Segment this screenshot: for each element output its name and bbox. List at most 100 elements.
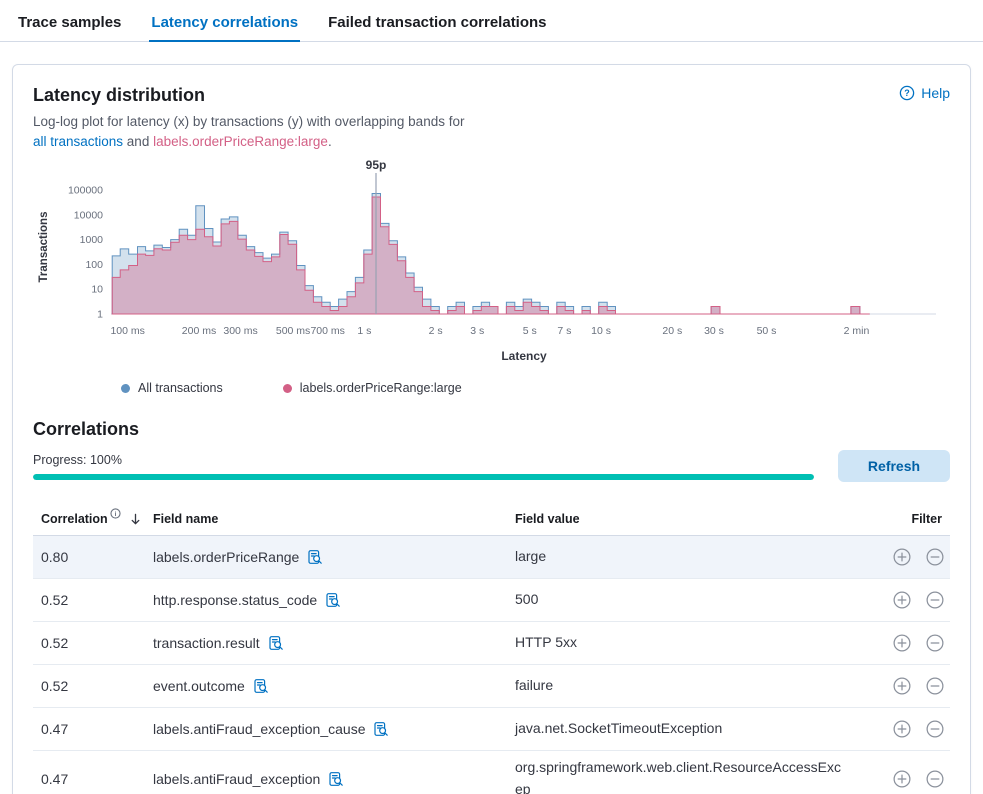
field-value: java.net.SocketTimeoutException bbox=[515, 718, 860, 740]
x-tick-label: 50 s bbox=[757, 325, 777, 337]
y-axis-title: Transactions bbox=[38, 212, 50, 283]
plus-in-circle-icon[interactable] bbox=[893, 548, 911, 566]
field-name: labels.antiFraud_exception bbox=[153, 771, 320, 787]
x-tick-label: 300 ms bbox=[223, 325, 257, 337]
y-tick-label: 1 bbox=[97, 309, 103, 321]
legend-item-all-transactions[interactable]: All transactions bbox=[121, 381, 223, 395]
x-tick-label: 2 min bbox=[844, 325, 870, 337]
help-label: Help bbox=[921, 85, 950, 101]
minus-in-circle-icon[interactable] bbox=[926, 770, 944, 788]
svg-text:?: ? bbox=[904, 88, 910, 98]
magnifier-list-icon[interactable] bbox=[328, 771, 344, 787]
x-axis-title: Latency bbox=[501, 349, 547, 363]
legend-label-order-price-range: labels.orderPriceRange:large bbox=[300, 381, 462, 395]
plus-in-circle-icon[interactable] bbox=[893, 770, 911, 788]
x-tick-label: 3 s bbox=[470, 325, 484, 337]
progress-section: Progress: 100% Refresh bbox=[33, 450, 950, 482]
tab-failed-transaction-correlations[interactable]: Failed transaction correlations bbox=[326, 8, 548, 41]
tab-latency-correlations[interactable]: Latency correlations bbox=[149, 8, 300, 42]
legend-item-order-price-range[interactable]: labels.orderPriceRange:large bbox=[283, 381, 462, 395]
progress-label: Progress: 100% bbox=[33, 453, 814, 467]
correlations-table: Correlation i Field name Field value Fil… bbox=[33, 502, 950, 794]
minus-in-circle-icon[interactable] bbox=[926, 548, 944, 566]
sort-descending-icon[interactable] bbox=[128, 512, 143, 527]
correlations-table-header: Correlation i Field name Field value Fil… bbox=[33, 502, 950, 536]
y-tick-label: 1000 bbox=[80, 234, 104, 246]
plus-in-circle-icon[interactable] bbox=[893, 634, 911, 652]
tab-trace-samples[interactable]: Trace samples bbox=[16, 8, 123, 41]
field-value: HTTP 5xx bbox=[515, 632, 860, 654]
minus-in-circle-icon[interactable] bbox=[926, 720, 944, 738]
x-tick-label: 5 s bbox=[523, 325, 537, 337]
field-value: large bbox=[515, 546, 860, 568]
column-header-filter: Filter bbox=[860, 512, 950, 526]
description-and: and bbox=[123, 134, 153, 149]
field-value: 500 bbox=[515, 589, 860, 611]
column-header-correlation-label: Correlation bbox=[41, 512, 108, 526]
correlation-value: 0.52 bbox=[33, 592, 153, 608]
panel-title: Latency distribution bbox=[33, 85, 205, 106]
latency-correlations-panel: Latency distribution ? Help Log-log plot… bbox=[12, 64, 971, 794]
x-tick-label: 1 s bbox=[357, 325, 371, 337]
magnifier-list-icon[interactable] bbox=[253, 678, 269, 694]
table-row[interactable]: 0.52 event.outcome failure bbox=[33, 665, 950, 708]
x-tick-label: 30 s bbox=[704, 325, 724, 337]
correlation-value: 0.47 bbox=[33, 721, 153, 737]
correlation-value: 0.52 bbox=[33, 678, 153, 694]
correlation-value: 0.52 bbox=[33, 635, 153, 651]
y-tick-label: 100 bbox=[85, 259, 103, 271]
all-transactions-link[interactable]: all transactions bbox=[33, 134, 123, 149]
chart-description: Log-log plot for latency (x) by transact… bbox=[33, 112, 950, 152]
magnifier-list-icon[interactable] bbox=[307, 549, 323, 565]
x-tick-label: 2 s bbox=[429, 325, 443, 337]
chart-legend: All transactions labels.orderPriceRange:… bbox=[121, 381, 950, 395]
plus-in-circle-icon[interactable] bbox=[893, 720, 911, 738]
magnifier-list-icon[interactable] bbox=[325, 592, 341, 608]
x-tick-label: 20 s bbox=[662, 325, 682, 337]
series-label-text: labels.orderPriceRange:large bbox=[153, 134, 328, 149]
correlation-value: 0.80 bbox=[33, 549, 153, 565]
description-text: Log-log plot for latency (x) by transact… bbox=[33, 114, 464, 129]
info-in-circle-icon[interactable]: i bbox=[110, 508, 121, 519]
x-tick-label: 100 ms bbox=[110, 325, 144, 337]
y-tick-label: 100000 bbox=[68, 185, 103, 197]
minus-in-circle-icon[interactable] bbox=[926, 634, 944, 652]
tab-bar: Trace samples Latency correlations Faile… bbox=[0, 0, 983, 42]
refresh-button[interactable]: Refresh bbox=[838, 450, 950, 482]
column-header-field-value[interactable]: Field value bbox=[515, 512, 860, 526]
field-value: failure bbox=[515, 675, 860, 697]
column-header-field-name[interactable]: Field name bbox=[153, 512, 515, 526]
x-tick-label: 7 s bbox=[557, 325, 571, 337]
progress-bar bbox=[33, 474, 814, 480]
x-tick-label: 500 ms bbox=[276, 325, 310, 337]
minus-in-circle-icon[interactable] bbox=[926, 591, 944, 609]
correlation-value: 0.47 bbox=[33, 771, 153, 787]
table-row[interactable]: 0.52 transaction.result HTTP 5xx bbox=[33, 622, 950, 665]
minus-in-circle-icon[interactable] bbox=[926, 677, 944, 695]
table-row[interactable]: 0.80 labels.orderPriceRange large bbox=[33, 536, 950, 579]
y-tick-label: 10000 bbox=[74, 209, 103, 221]
question-in-circle-icon: ? bbox=[899, 85, 915, 101]
progress-bar-fill bbox=[33, 474, 814, 480]
correlations-table-body: 0.80 labels.orderPriceRange large bbox=[33, 536, 950, 794]
table-row[interactable]: 0.47 labels.antiFraud_exception org.spri… bbox=[33, 751, 950, 794]
table-row[interactable]: 0.52 http.response.status_code 500 bbox=[33, 579, 950, 622]
y-tick-label: 10 bbox=[91, 284, 103, 296]
column-header-correlation[interactable]: Correlation i bbox=[33, 511, 153, 526]
field-value: org.springframework.web.client.ResourceA… bbox=[515, 757, 860, 794]
plus-in-circle-icon[interactable] bbox=[893, 591, 911, 609]
legend-label-all-transactions: All transactions bbox=[138, 381, 223, 395]
x-tick-label: 10 s bbox=[591, 325, 611, 337]
legend-dot-order-price-range bbox=[283, 384, 292, 393]
plus-in-circle-icon[interactable] bbox=[893, 677, 911, 695]
field-name: event.outcome bbox=[153, 678, 245, 694]
table-row[interactable]: 0.47 labels.antiFraud_exception_cause ja… bbox=[33, 708, 950, 751]
latency-distribution-chart-container[interactable]: 110100100010000100000100 ms200 ms300 ms5… bbox=[33, 158, 950, 371]
magnifier-list-icon[interactable] bbox=[268, 635, 284, 651]
help-link[interactable]: ? Help bbox=[899, 85, 950, 101]
magnifier-list-icon[interactable] bbox=[373, 721, 389, 737]
field-name: http.response.status_code bbox=[153, 592, 317, 608]
legend-dot-all-transactions bbox=[121, 384, 130, 393]
series-order-price-range-large bbox=[112, 197, 870, 314]
latency-distribution-chart[interactable]: 110100100010000100000100 ms200 ms300 ms5… bbox=[33, 158, 950, 366]
